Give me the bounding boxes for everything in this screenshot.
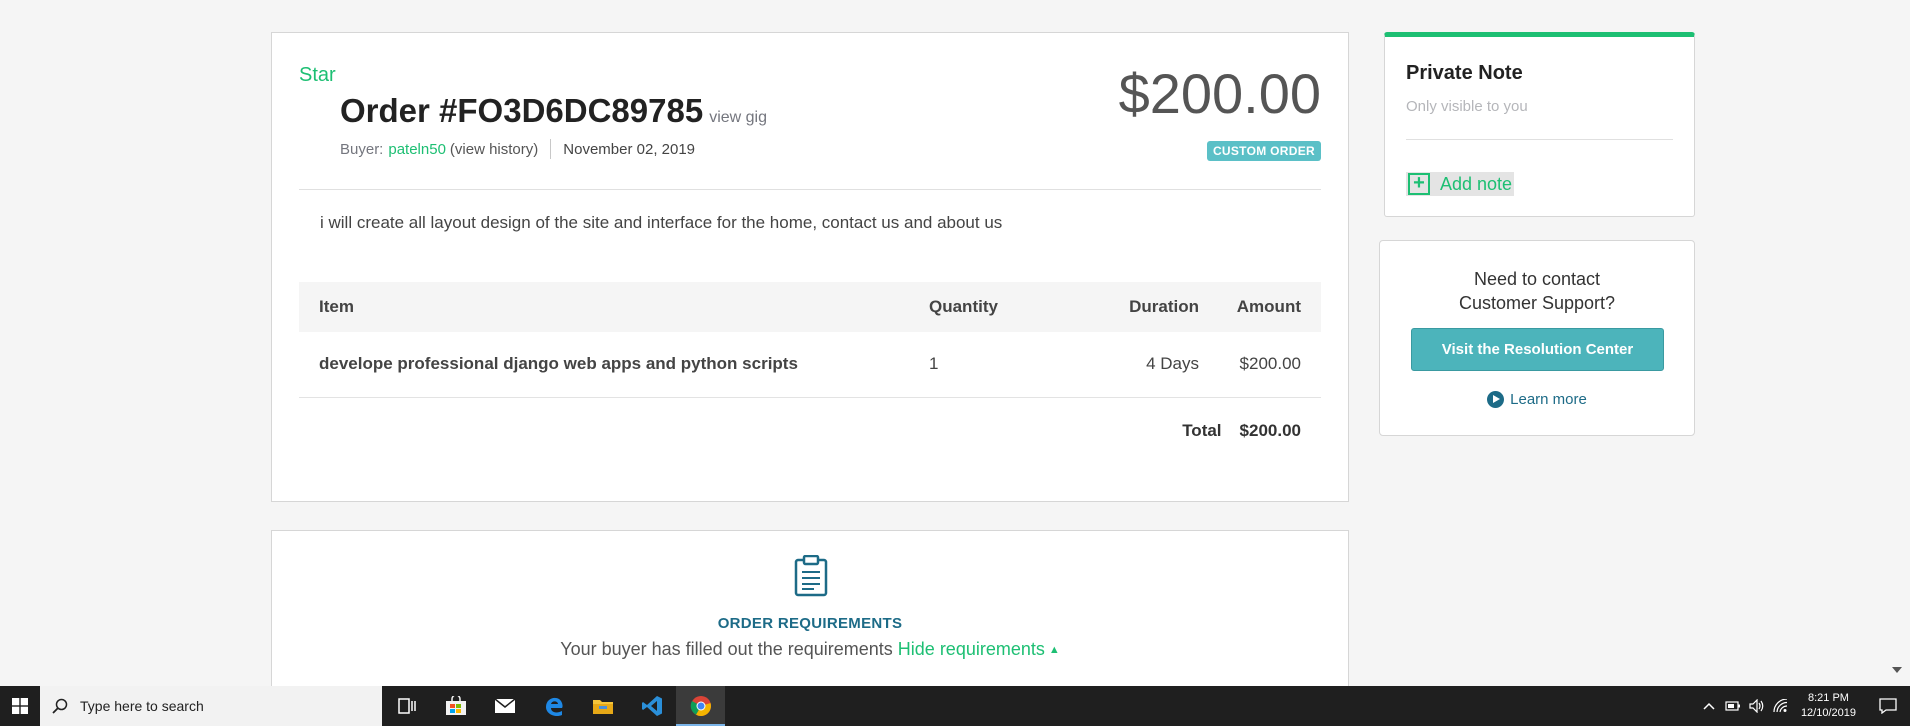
vscode-icon[interactable] [627, 686, 676, 726]
custom-order-badge: CUSTOM ORDER [1206, 141, 1321, 161]
order-title: Order #FO3D6DC89785 view gig [340, 92, 767, 130]
add-note-button[interactable]: + Add note [1406, 172, 1515, 196]
support-card: Need to contact Customer Support? Visit … [1379, 240, 1695, 436]
view-gig-link[interactable]: view gig [709, 109, 767, 126]
header-amount: Amount [1236, 297, 1301, 316]
requirements-text: Your buyer has filled out the requiremen… [560, 639, 893, 659]
taskbar-clock[interactable]: 8:21 PM 12/10/2019 [1801, 691, 1856, 721]
file-explorer-icon[interactable] [578, 686, 627, 726]
total-row: Total $200.00 [1182, 421, 1301, 441]
order-description: i will create all layout design of the s… [320, 213, 1003, 232]
header-duration: Duration [1129, 297, 1199, 316]
mail-icon[interactable] [480, 686, 529, 726]
item-duration: 4 Days [1069, 332, 1199, 398]
buyer-name-link[interactable]: pateln50 [388, 141, 446, 158]
wifi-icon[interactable] [1769, 686, 1793, 726]
total-value: $200.00 [1239, 421, 1301, 440]
battery-icon[interactable] [1721, 686, 1745, 726]
item-quantity: 1 [929, 332, 1069, 398]
notification-icon[interactable] [1866, 686, 1910, 726]
start-button[interactable] [0, 686, 40, 726]
clipboard-icon [794, 555, 828, 597]
chrome-icon[interactable] [676, 686, 725, 726]
support-line-2: Customer Support? [1458, 293, 1616, 313]
private-note-subtitle: Only visible to you [1406, 98, 1528, 115]
play-icon [1487, 391, 1505, 408]
caret-up-icon[interactable]: ▲ [1049, 644, 1060, 656]
task-view-icon[interactable] [382, 686, 431, 726]
item-amount: $200.00 [1199, 332, 1321, 398]
store-icon[interactable] [431, 686, 480, 726]
add-note-label: Add note [1440, 173, 1513, 194]
divider [299, 189, 1321, 190]
requirements-title: ORDER REQUIREMENTS [717, 615, 903, 632]
buyer-label: Buyer: [340, 140, 384, 158]
order-date: November 02, 2019 [563, 140, 696, 158]
taskbar-search[interactable]: Type here to search [40, 686, 382, 726]
header-item: Item [319, 297, 354, 316]
star-link[interactable]: Star [299, 64, 336, 87]
support-text: Need to contact Customer Support? [1380, 267, 1694, 315]
search-placeholder: Type here to search [80, 698, 204, 714]
support-line-1: Need to contact [1473, 269, 1601, 289]
buyer-line: Buyer: pateln50 (view history) November … [340, 139, 695, 159]
learn-more-link[interactable]: Learn more [1380, 391, 1694, 408]
windows-icon [12, 698, 28, 714]
table-row: develope professional django web apps an… [299, 332, 1321, 398]
plus-icon: + [1408, 173, 1430, 195]
volume-icon[interactable] [1745, 686, 1769, 726]
separator [550, 139, 552, 159]
private-note-card: Private Note Only visible to you + Add n… [1384, 32, 1695, 217]
order-items-table: Item Quantity Duration Amount develope p… [299, 282, 1321, 398]
chevron-up-icon[interactable] [1697, 686, 1721, 726]
system-tray: 8:21 PM 12/10/2019 [1697, 686, 1910, 726]
hide-requirements-link[interactable]: Hide requirements [898, 639, 1045, 659]
scroll-down-icon[interactable] [1892, 667, 1902, 673]
item-name: develope professional django web apps an… [299, 332, 929, 398]
learn-more-label: Learn more [1510, 391, 1587, 408]
order-number: Order #FO3D6DC89785 [340, 92, 704, 129]
private-note-title: Private Note [1406, 62, 1523, 84]
total-label: Total [1182, 421, 1222, 440]
resolution-center-button[interactable]: Visit the Resolution Center [1411, 328, 1664, 371]
clock-time: 8:21 PM [1807, 692, 1849, 704]
order-card: Star Order #FO3D6DC89785 view gig Buyer: … [271, 32, 1349, 502]
order-price: $200.00 [1118, 62, 1321, 125]
search-icon [52, 698, 68, 714]
table-header-row: Item Quantity Duration Amount [299, 282, 1321, 332]
requirements-subtitle: Your buyer has filled out the requiremen… [272, 639, 1348, 660]
view-history-link[interactable]: (view history) [450, 141, 538, 158]
clock-date: 12/10/2019 [1800, 707, 1856, 719]
edge-icon[interactable] [529, 686, 578, 726]
divider [1406, 139, 1673, 140]
header-quantity: Quantity [929, 297, 998, 316]
windows-taskbar: Type here to search 8:21 PM 12/10/2019 [0, 686, 1910, 726]
